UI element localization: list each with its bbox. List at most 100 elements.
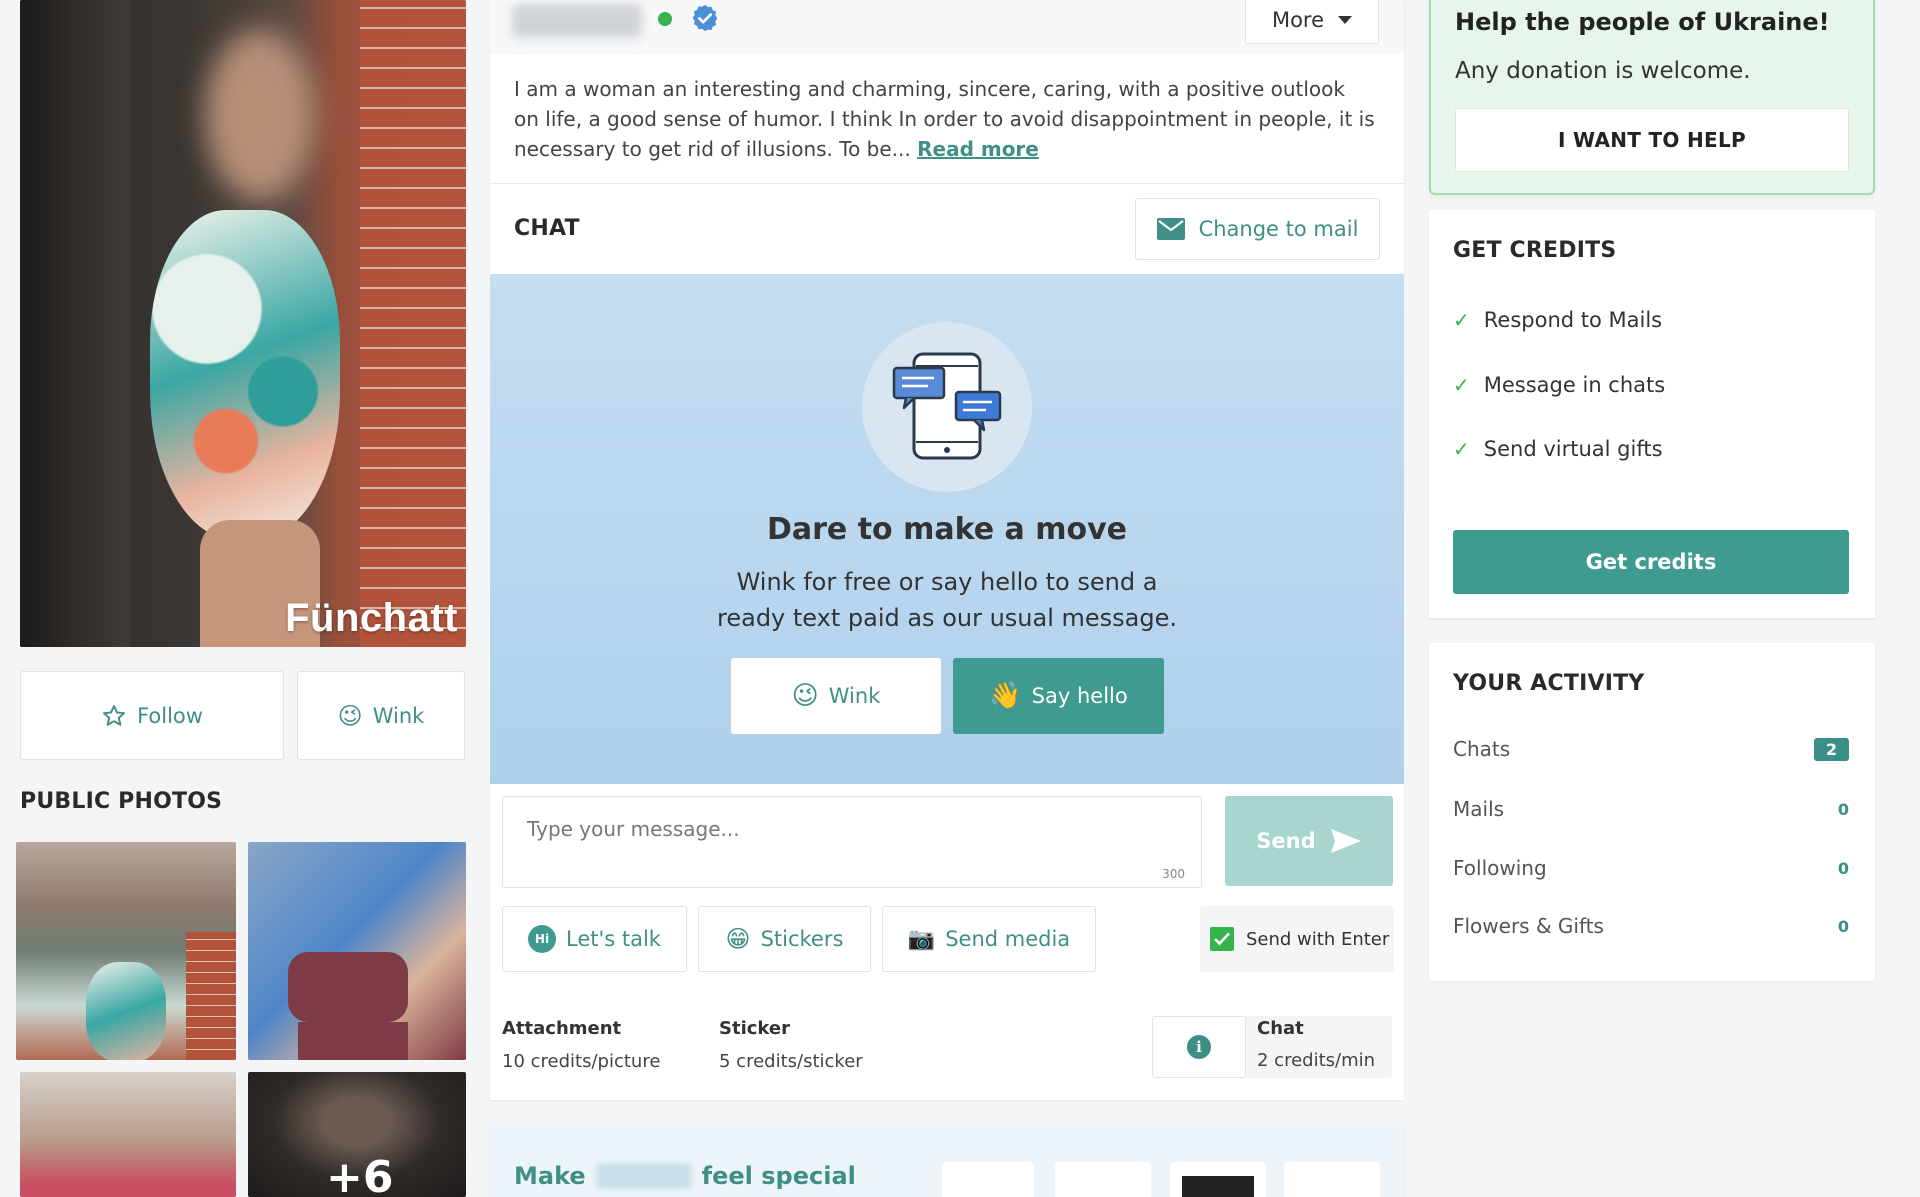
gifts-banner-prefix: Make: [514, 1162, 586, 1190]
get-credits-title: GET CREDITS: [1453, 238, 1617, 263]
price-chat: i Chat 2 credits/min: [1152, 1016, 1392, 1078]
read-more-link[interactable]: Read more: [917, 137, 1039, 161]
hi-bubble-icon: Hi: [528, 925, 556, 953]
check-icon: ✓: [1453, 373, 1470, 397]
promo-line-1: Wink for free or say hello to send a: [736, 568, 1158, 596]
credit-method-label: Respond to Mails: [1483, 308, 1663, 332]
price-label: Attachment: [502, 1018, 622, 1039]
thumb-brick: [186, 932, 236, 1060]
price-label: Sticker: [719, 1018, 790, 1039]
price-sticker: Sticker 5 credits/sticker: [719, 1018, 863, 1072]
more-photos-count: +6: [326, 1152, 394, 1197]
gift-image: [1182, 1176, 1254, 1197]
blurred-name: [595, 1163, 692, 1189]
sticker-emoji-icon: 😁: [725, 925, 751, 953]
gift-item[interactable]: [1170, 1162, 1266, 1197]
public-photo-more[interactable]: +6: [248, 1072, 466, 1197]
chat-header: CHAT Change to mail: [490, 184, 1404, 274]
send-label: Send: [1256, 829, 1316, 853]
your-activity-title: YOUR ACTIVITY: [1453, 671, 1645, 696]
wink-label: Wink: [372, 703, 425, 728]
price-label: Chat: [1257, 1018, 1304, 1039]
activity-label: Mails: [1453, 797, 1505, 821]
credit-method-item: ✓ Message in chats: [1453, 373, 1665, 397]
get-credits-button[interactable]: Get credits: [1453, 530, 1849, 594]
promo-description: Wink for free or say hello to send a rea…: [490, 564, 1404, 636]
caret-down-icon: [1338, 16, 1353, 24]
follow-button[interactable]: Follow: [20, 671, 284, 760]
more-label: More: [1271, 8, 1325, 32]
star-icon: [103, 704, 126, 726]
gifts-banner-suffix: feel special: [701, 1162, 856, 1190]
gifts-banner[interactable]: Make feel special: [490, 1126, 1404, 1197]
gift-item[interactable]: [1055, 1162, 1151, 1197]
change-to-mail-label: Change to mail: [1198, 217, 1359, 241]
photo-watermark: Fünchatt: [285, 596, 458, 640]
profile-header: More: [490, 0, 1404, 54]
message-placeholder: Type your message...: [527, 817, 740, 841]
send-media-button[interactable]: 📷 Send media: [882, 906, 1096, 972]
activity-row-chats[interactable]: Chats 2: [1453, 737, 1849, 761]
chat-title: CHAT: [514, 216, 580, 241]
send-button[interactable]: Send: [1225, 796, 1393, 886]
blurred-name: [512, 4, 642, 38]
mail-icon: [1156, 218, 1185, 240]
more-dropdown[interactable]: More: [1245, 0, 1379, 44]
chat-composer: Type your message... 300 Send Hi Let's t…: [490, 784, 1404, 1100]
send-media-label: Send media: [945, 927, 1071, 951]
public-photo-thumbnail[interactable]: [16, 842, 236, 1060]
ukraine-subtitle: Any donation is welcome.: [1455, 58, 1751, 84]
send-with-enter-toggle[interactable]: Send with Enter: [1200, 906, 1394, 972]
send-with-enter-label: Send with Enter: [1246, 928, 1390, 950]
send-arrow-icon: [1330, 829, 1361, 853]
gift-item[interactable]: [942, 1162, 1034, 1197]
chat-illustration: [862, 322, 1032, 492]
change-to-mail-button[interactable]: Change to mail: [1135, 198, 1380, 260]
get-credits-card: GET CREDITS ✓ Respond to Mails ✓ Message i…: [1429, 210, 1875, 618]
public-photos-title: PUBLIC PHOTOS: [20, 789, 223, 814]
bio-text: I am a woman an interesting and charming…: [514, 74, 1376, 164]
activity-row-following[interactable]: Following 0: [1453, 856, 1849, 880]
promo-wink-button[interactable]: 😉 Wink: [731, 658, 941, 734]
public-photo-thumbnail[interactable]: [248, 842, 466, 1060]
bio-section: I am a woman an interesting and charming…: [490, 54, 1404, 184]
credit-method-item: ✓ Send virtual gifts: [1453, 437, 1663, 461]
profile-main-photo[interactable]: Fünchatt: [20, 0, 466, 647]
char-limit: 300: [1162, 867, 1185, 881]
message-input[interactable]: Type your message... 300: [502, 796, 1202, 888]
wink-button[interactable]: 😉 Wink: [297, 671, 465, 760]
i-want-to-help-button[interactable]: I WANT TO HELP: [1455, 108, 1849, 172]
credit-method-item: ✓ Respond to Mails: [1453, 308, 1662, 332]
wink-emoji-icon: 😉: [791, 681, 819, 711]
checkbox-checked-icon[interactable]: [1210, 927, 1234, 951]
activity-row-flowers-gifts[interactable]: Flowers & Gifts 0: [1453, 914, 1849, 938]
credit-method-label: Send virtual gifts: [1483, 437, 1663, 461]
activity-label: Following: [1453, 856, 1547, 880]
public-photo-thumbnail[interactable]: [20, 1072, 236, 1197]
info-icon: i: [1187, 1035, 1211, 1059]
activity-row-mails[interactable]: Mails 0: [1453, 797, 1849, 821]
activity-count: 0: [1837, 916, 1849, 936]
stickers-button[interactable]: 😁 Stickers: [698, 906, 871, 972]
online-status-dot: [658, 12, 672, 26]
info-button[interactable]: i: [1152, 1016, 1246, 1078]
lets-talk-button[interactable]: Hi Let's talk: [502, 906, 687, 972]
lets-talk-label: Let's talk: [566, 927, 661, 951]
your-activity-card: YOUR ACTIVITY Chats 2 Mails 0 Following …: [1429, 643, 1875, 981]
photo-background-door: [20, 0, 130, 647]
price-value: 2 credits/min: [1257, 1050, 1376, 1071]
activity-count-badge: 2: [1813, 737, 1849, 761]
follow-label: Follow: [137, 703, 203, 728]
promo-wink-label: Wink: [828, 684, 881, 708]
thumb-dress: [86, 962, 166, 1060]
camera-icon: 📷: [907, 926, 936, 952]
stickers-label: Stickers: [760, 927, 844, 951]
gift-item[interactable]: [1284, 1162, 1380, 1197]
activity-label: Chats: [1453, 737, 1511, 761]
promo-title: Dare to make a move: [766, 512, 1128, 547]
phone-chat-icon: [892, 352, 1002, 460]
ukraine-title: Help the people of Ukraine!: [1455, 8, 1830, 36]
check-icon: ✓: [1453, 437, 1470, 461]
say-hello-button[interactable]: 👋 Say hello: [953, 658, 1164, 734]
check-icon: ✓: [1453, 308, 1470, 332]
